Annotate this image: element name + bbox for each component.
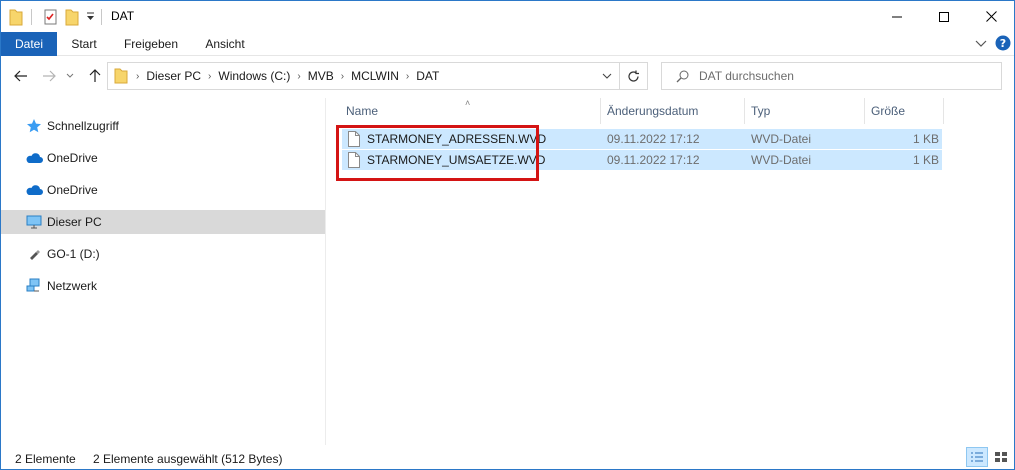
- column-separator[interactable]: [864, 98, 865, 124]
- network-icon: [25, 277, 43, 295]
- up-button[interactable]: [85, 66, 105, 86]
- nav-label: Dieser PC: [47, 215, 102, 229]
- arrow-right-icon: [43, 70, 56, 82]
- maximize-icon: [939, 11, 949, 22]
- large-icons-view-icon: [995, 452, 1007, 462]
- file-type: WVD-Datei: [751, 153, 812, 167]
- item-count: 2 Elemente: [15, 452, 76, 466]
- column-separator[interactable]: [943, 98, 944, 124]
- nav-item-netzwerk[interactable]: Netzwerk: [1, 274, 325, 298]
- breadcrumb-item[interactable]: MVB: [303, 69, 339, 83]
- tab-datei[interactable]: Datei: [1, 32, 57, 56]
- status-bar: 2 Elemente 2 Elemente ausgewählt (512 By…: [1, 445, 1014, 469]
- minimize-icon: [892, 16, 902, 17]
- arrow-up-icon: [89, 69, 101, 82]
- navigation-bar: › Dieser PC › Windows (C:) › MVB › MCLWI…: [1, 56, 1014, 98]
- column-header-name[interactable]: Name: [346, 98, 378, 124]
- nav-item-onedrive[interactable]: OneDrive: [1, 146, 325, 170]
- nav-item-onedrive[interactable]: OneDrive: [1, 178, 325, 202]
- usb-drive-icon: [25, 245, 43, 263]
- nav-label: GO-1 (D:): [47, 247, 100, 261]
- breadcrumb-item[interactable]: Windows (C:): [213, 69, 295, 83]
- chevron-right-icon[interactable]: ›: [339, 71, 346, 82]
- folder-icon: [114, 68, 128, 84]
- nav-item-dieser-pc[interactable]: Dieser PC: [1, 210, 325, 234]
- nav-item-go1-drive[interactable]: GO-1 (D:): [1, 242, 325, 266]
- breadcrumb-item[interactable]: Dieser PC: [141, 69, 206, 83]
- column-separator[interactable]: [744, 98, 745, 124]
- selection-info: 2 Elemente ausgewählt (512 Bytes): [93, 452, 283, 466]
- column-header-date[interactable]: Änderungsdatum: [607, 98, 698, 124]
- chevron-down-icon: [66, 73, 74, 78]
- nav-label: Netzwerk: [47, 279, 98, 293]
- file-size: 1 KB: [913, 153, 940, 167]
- monitor-icon: [25, 213, 43, 231]
- file-size: 1 KB: [913, 132, 940, 146]
- refresh-icon: [628, 70, 639, 82]
- column-separator[interactable]: [600, 98, 601, 124]
- expand-ribbon-icon[interactable]: [975, 38, 987, 52]
- tab-start[interactable]: Start: [59, 32, 109, 56]
- file-date: 09.11.2022 17:12: [607, 132, 700, 146]
- navigation-pane: Schnellzugriff OneDrive OneDrive Dieser …: [1, 98, 326, 445]
- chevron-right-icon[interactable]: ›: [404, 71, 411, 82]
- address-history-button[interactable]: [595, 63, 619, 89]
- back-button[interactable]: [11, 66, 31, 86]
- help-icon[interactable]: ?: [995, 35, 1011, 54]
- search-icon: [676, 70, 689, 83]
- star-icon: [25, 117, 43, 135]
- breadcrumb-item[interactable]: MCLWIN: [346, 69, 404, 83]
- new-folder-icon[interactable]: [65, 8, 79, 26]
- nav-label: Schnellzugriff: [47, 119, 119, 133]
- column-header-size[interactable]: Größe: [871, 98, 905, 124]
- sort-ascending-icon: ˄: [465, 98, 471, 108]
- properties-icon[interactable]: [43, 8, 59, 26]
- svg-text:?: ?: [1000, 37, 1006, 50]
- window-title: DAT: [111, 9, 135, 23]
- forward-button[interactable]: [39, 66, 59, 86]
- tab-freigeben[interactable]: Freigeben: [113, 32, 189, 56]
- maximize-button[interactable]: [921, 1, 967, 32]
- chevron-right-icon[interactable]: ›: [206, 71, 213, 82]
- explorer-window: DAT Datei Start Freigeben Ansicht ? › Di…: [0, 0, 1015, 470]
- cloud-icon: [25, 149, 43, 167]
- chevron-down-icon: [602, 73, 612, 79]
- minimize-button[interactable]: [874, 1, 920, 32]
- title-bar: DAT: [1, 1, 1014, 32]
- folder-icon: [9, 8, 23, 26]
- customize-toolbar-icon[interactable]: [86, 11, 95, 29]
- breadcrumb-item[interactable]: DAT: [411, 69, 444, 83]
- search-box[interactable]: DAT durchsuchen: [661, 62, 1002, 90]
- title-separator: [101, 9, 102, 25]
- address-bar[interactable]: › Dieser PC › Windows (C:) › MVB › MCLWI…: [107, 62, 620, 90]
- file-type: WVD-Datei: [751, 132, 812, 146]
- details-view-icon: [971, 452, 983, 462]
- file-date: 09.11.2022 17:12: [607, 153, 700, 167]
- tab-ansicht[interactable]: Ansicht: [193, 32, 257, 56]
- ribbon-tabs: Datei Start Freigeben Ansicht ?: [1, 32, 1014, 56]
- large-icons-view-button[interactable]: [990, 447, 1012, 467]
- recent-locations-button[interactable]: [63, 66, 77, 86]
- nav-item-schnellzugriff[interactable]: Schnellzugriff: [1, 114, 325, 138]
- chevron-right-icon[interactable]: ›: [134, 71, 141, 82]
- details-view-button[interactable]: [966, 447, 988, 467]
- close-icon: [985, 11, 997, 22]
- refresh-button[interactable]: [620, 62, 648, 90]
- search-input[interactable]: DAT durchsuchen: [699, 69, 794, 83]
- column-header-type[interactable]: Typ: [751, 98, 770, 124]
- arrow-left-icon: [14, 70, 27, 82]
- chevron-right-icon[interactable]: ›: [295, 71, 302, 82]
- title-separator: [31, 9, 32, 25]
- nav-label: OneDrive: [47, 151, 98, 165]
- close-button[interactable]: [968, 1, 1014, 32]
- cloud-icon: [25, 181, 43, 199]
- highlight-annotation: [336, 125, 539, 181]
- nav-label: OneDrive: [47, 183, 98, 197]
